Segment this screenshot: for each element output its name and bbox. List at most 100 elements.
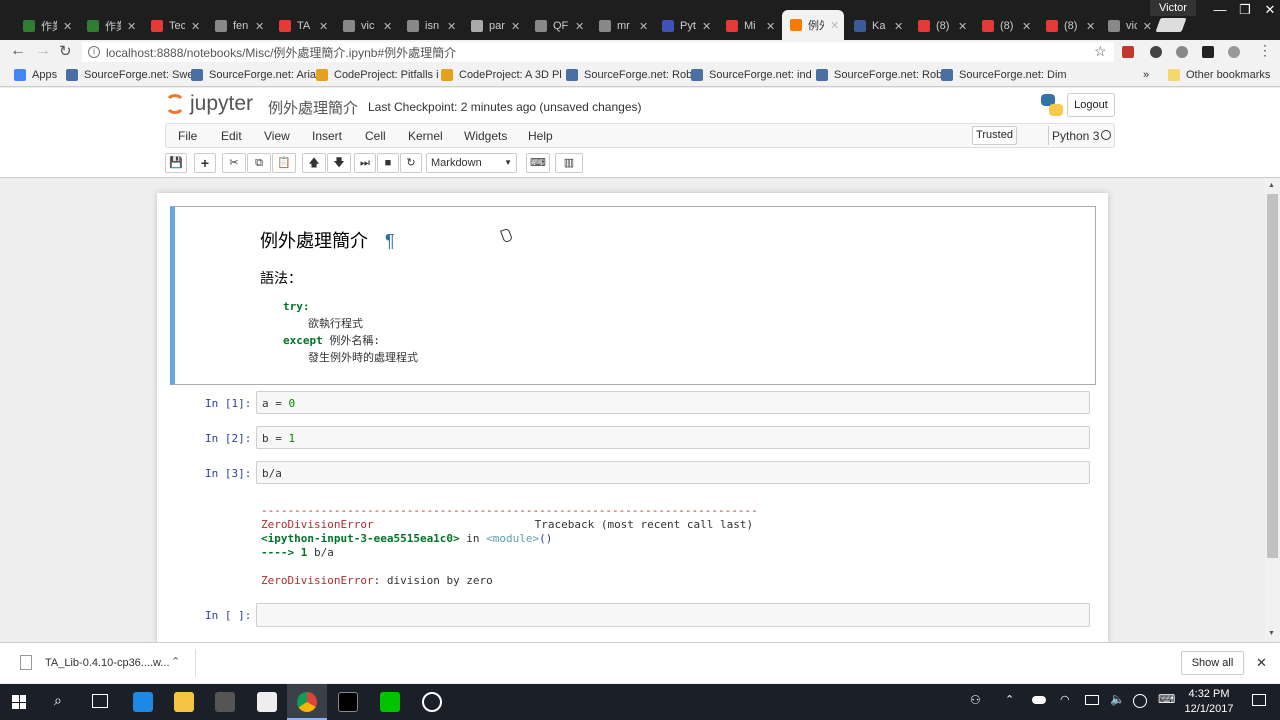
close-tab-icon[interactable]: ✕ xyxy=(958,20,967,33)
close-tab-icon[interactable]: ✕ xyxy=(702,20,711,33)
menu-widgets[interactable]: Widgets xyxy=(464,129,507,143)
extension-icon[interactable] xyxy=(1122,46,1134,58)
browser-tab[interactable]: isn ✕ xyxy=(399,12,461,40)
search-icon[interactable]: ⌕ xyxy=(54,692,62,709)
back-icon[interactable]: ← xyxy=(10,42,26,60)
bookmark-item[interactable]: SourceForge.net: Swe xyxy=(66,69,193,81)
browser-tab[interactable]: (8) ✕ xyxy=(1038,12,1100,40)
close-tab-icon[interactable]: ✕ xyxy=(191,20,200,33)
interrupt-icon[interactable]: ■ xyxy=(377,153,399,173)
menu-icon[interactable]: ⋮ xyxy=(1258,42,1272,59)
close-icon[interactable]: ✕ xyxy=(1256,655,1267,671)
menu-file[interactable]: File xyxy=(178,129,197,143)
forward-icon[interactable]: → xyxy=(35,42,51,60)
menu-edit[interactable]: Edit xyxy=(221,129,242,143)
menu-help[interactable]: Help xyxy=(528,129,553,143)
menu-cell[interactable]: Cell xyxy=(365,129,386,143)
close-window-icon[interactable]: ✕ xyxy=(1250,0,1280,22)
mail-icon[interactable] xyxy=(257,692,277,712)
code-cell-input[interactable] xyxy=(256,603,1090,627)
windows-start-icon[interactable] xyxy=(12,695,26,709)
download-item[interactable]: TA_Lib-0.4.10-cp36....w... xyxy=(45,657,170,669)
bookmark-star-icon[interactable]: ☆ xyxy=(1094,43,1107,60)
browser-tab[interactable]: Pyt ✕ xyxy=(654,12,716,40)
browser-tab[interactable]: fen ✕ xyxy=(207,12,269,40)
bookmark-item[interactable]: SourceForge.net: Rob xyxy=(816,69,942,81)
browser-tab[interactable]: QF ✕ xyxy=(527,12,589,40)
cloud-icon[interactable] xyxy=(1032,696,1046,704)
bookmark-item[interactable]: CodeProject: A 3D Pl xyxy=(441,69,562,81)
menu-view[interactable]: View xyxy=(264,129,290,143)
extension-icon[interactable] xyxy=(1228,46,1240,58)
markdown-cell[interactable]: 例外處理簡介 ¶ 語法： try: 欲執行程式 except 例外名稱: 發生例… xyxy=(170,206,1096,385)
browser-tab[interactable]: 作業 ✕ xyxy=(15,12,77,40)
browser-tab[interactable]: par ✕ xyxy=(463,12,525,40)
battery-icon[interactable] xyxy=(1085,695,1099,705)
cell-type-select[interactable]: Markdown ▼ xyxy=(426,153,517,173)
code-cell-input[interactable]: a = 0 xyxy=(256,391,1090,414)
browser-tab[interactable]: (8) ✕ xyxy=(910,12,972,40)
close-tab-icon[interactable]: ✕ xyxy=(255,20,264,33)
apps-shortcut[interactable]: Apps xyxy=(14,69,57,81)
menu-insert[interactable]: Insert xyxy=(312,129,342,143)
chart-icon[interactable]: ▥ xyxy=(555,153,583,173)
move-up-icon[interactable]: 🡅 xyxy=(302,153,326,173)
insert-cell-icon[interactable]: + xyxy=(194,153,216,173)
close-tab-icon[interactable]: ✕ xyxy=(511,20,520,33)
save-icon[interactable]: 💾 xyxy=(165,153,187,173)
restart-icon[interactable]: ↻ xyxy=(400,153,422,173)
wifi-icon[interactable]: ◠ xyxy=(1060,693,1070,706)
bookmark-item[interactable]: CodeProject: Pitfalls i xyxy=(316,69,439,81)
run-icon[interactable]: ⏭ xyxy=(354,153,376,173)
jupyter-logo-text[interactable]: jupyter xyxy=(190,92,253,116)
close-tab-icon[interactable]: ✕ xyxy=(127,20,136,33)
paste-icon[interactable]: 📋 xyxy=(272,153,296,173)
extension-icon[interactable] xyxy=(1150,46,1162,58)
move-down-icon[interactable]: 🡇 xyxy=(327,153,351,173)
scrollbar-thumb[interactable] xyxy=(1267,194,1278,558)
clock[interactable]: 4:32 PM 12/1/2017 xyxy=(1184,688,1234,715)
close-tab-icon[interactable]: ✕ xyxy=(1086,20,1095,33)
profile-button[interactable]: Victor xyxy=(1150,0,1196,16)
code-cell-input[interactable]: b = 1 xyxy=(256,426,1090,449)
store-icon[interactable] xyxy=(215,692,235,712)
terminal-icon[interactable] xyxy=(338,692,358,712)
scroll-down-icon[interactable]: ▼ xyxy=(1268,630,1275,637)
anchor-link[interactable]: ¶ xyxy=(385,231,395,251)
close-tab-icon[interactable]: ✕ xyxy=(447,20,456,33)
code-cell-input[interactable]: b/a xyxy=(256,461,1090,484)
people-icon[interactable]: ⚇ xyxy=(970,693,981,707)
cut-icon[interactable]: ✂ xyxy=(222,153,246,173)
browser-tab[interactable]: mr ✕ xyxy=(591,12,653,40)
scrollbar[interactable]: ▲ ▼ xyxy=(1265,178,1280,642)
task-view-icon[interactable] xyxy=(92,694,108,708)
close-tab-icon[interactable]: ✕ xyxy=(1022,20,1031,33)
close-tab-icon[interactable]: ✕ xyxy=(830,19,839,32)
copy-icon[interactable]: ⧉ xyxy=(247,153,271,173)
chevron-up-icon[interactable]: ⌃ xyxy=(1005,693,1014,706)
close-tab-icon[interactable]: ✕ xyxy=(383,20,392,33)
new-tab-button[interactable] xyxy=(1155,18,1187,32)
extension-icon[interactable] xyxy=(1176,46,1188,58)
trusted-indicator[interactable]: Trusted xyxy=(972,126,1017,145)
app-icon[interactable] xyxy=(422,692,442,712)
scroll-up-icon[interactable]: ▲ xyxy=(1268,182,1275,189)
more-bookmarks-icon[interactable]: » xyxy=(1143,69,1149,81)
browser-tab[interactable]: Mi ✕ xyxy=(718,12,780,40)
close-tab-icon[interactable]: ✕ xyxy=(319,20,328,33)
bookmark-item[interactable]: SourceForge.net: ind xyxy=(691,69,812,81)
edge-icon[interactable] xyxy=(133,692,153,712)
chrome-taskbar-item[interactable] xyxy=(287,684,327,720)
ime-icon[interactable]: ⌨ xyxy=(1158,692,1175,706)
close-tab-icon[interactable]: ✕ xyxy=(63,20,72,33)
reload-icon[interactable]: ↻ xyxy=(59,42,72,60)
logout-button[interactable]: Logout xyxy=(1067,93,1115,117)
bookmark-item[interactable]: SourceForge.net: Rob xyxy=(566,69,692,81)
close-tab-icon[interactable]: ✕ xyxy=(639,20,648,33)
status-icon[interactable] xyxy=(1133,694,1147,708)
volume-icon[interactable]: 🔈 xyxy=(1110,692,1125,706)
browser-tab[interactable]: 例外 ✕ xyxy=(782,10,844,40)
line-icon[interactable] xyxy=(380,692,400,712)
file-explorer-icon[interactable] xyxy=(174,692,194,712)
browser-tab[interactable]: vic ✕ xyxy=(1100,12,1152,40)
